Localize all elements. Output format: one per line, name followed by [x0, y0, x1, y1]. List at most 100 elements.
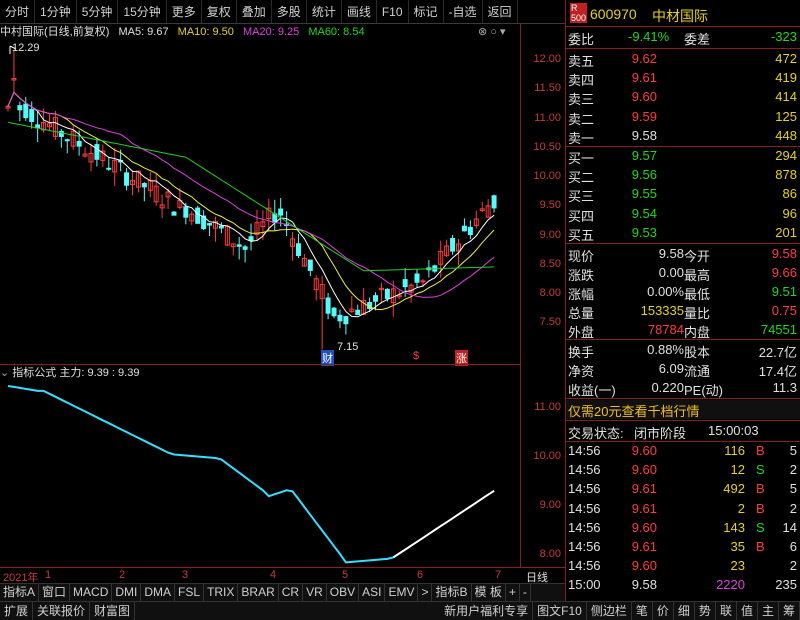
indicator-formula-label[interactable]: 指标公式: [12, 367, 56, 379]
tab-asi[interactable]: ASI: [359, 584, 386, 601]
indicator-header: ⌄ 指标公式 主力: 9.39 : 9.39: [0, 364, 520, 380]
order-level-label: 买四: [568, 208, 595, 224]
fin-value: 11.3: [772, 380, 797, 395]
tab-f10-graphic[interactable]: 图文F10: [533, 602, 587, 620]
tab-indicator-b[interactable]: 指标B: [432, 584, 472, 601]
bottom-icon-shi[interactable]: 势: [695, 602, 716, 620]
tab-duogu[interactable]: 多股: [272, 0, 307, 23]
candle-body: [23, 103, 29, 119]
tab-dmi[interactable]: DMI: [112, 584, 142, 601]
tab-5min[interactable]: 5分钟: [77, 0, 119, 23]
tick-count: 235: [775, 577, 797, 593]
stock-name: 中材国际: [652, 8, 708, 24]
tab-vr[interactable]: VR: [303, 584, 327, 601]
tab-biaoji[interactable]: 标记: [409, 0, 444, 23]
candle-body: [325, 297, 331, 314]
ask-volume: 472: [775, 51, 797, 66]
stat-value: 78784: [647, 322, 684, 337]
tab-diejia[interactable]: 叠加: [237, 0, 272, 23]
y-tick: 11.00: [534, 112, 561, 124]
indicator-chart[interactable]: [0, 380, 520, 567]
bottom-icon-zhu[interactable]: 主: [758, 602, 779, 620]
tab-window[interactable]: 窗口: [39, 584, 71, 601]
candle-body: [248, 236, 254, 242]
dividend-marker[interactable]: $: [413, 350, 419, 362]
tick-row: 14:56 9.60 143 S 14: [566, 519, 800, 538]
stat-row: 涨幅 0.00% 最低 9.51: [566, 283, 800, 302]
promo-row[interactable]: 仅需20元查看千档行情: [566, 400, 800, 419]
bid-price: 9.54: [631, 205, 657, 221]
order-level-label: 买一: [568, 151, 595, 166]
bottom-icon-zhi[interactable]: 值: [737, 602, 758, 620]
fin-label: 流通: [684, 364, 711, 379]
tab-back[interactable]: 返回: [483, 0, 518, 23]
tab-obv[interactable]: OBV: [327, 584, 360, 601]
bottom-icon-jia[interactable]: 价: [653, 602, 674, 620]
tick-volume: 2220: [716, 577, 745, 593]
fin-label: 股本: [684, 345, 711, 360]
stat-value: 0.75: [771, 303, 797, 318]
tab-brar[interactable]: BRAR: [238, 584, 279, 601]
promo-text[interactable]: 仅需20元查看千档行情: [568, 401, 699, 420]
window-controls[interactable]: ⊗ ○ ▾: [478, 25, 518, 39]
trade-status: 闭市阶段: [634, 426, 687, 441]
ma-legend: 中村国际(日线,前复权) MA5: 9.67 MA10: 9.50 MA20: …: [0, 24, 520, 40]
y-tick: 8.00: [539, 287, 561, 299]
tab-related-quote[interactable]: 关联报价: [33, 602, 91, 620]
tab-cr[interactable]: CR: [279, 584, 304, 601]
tick-price: 9.61: [631, 481, 657, 497]
tab-dma[interactable]: DMA: [141, 584, 176, 601]
tab-f10[interactable]: F10: [377, 0, 409, 23]
tab-plus[interactable]: +: [506, 584, 520, 601]
bottom-icon-xi[interactable]: 细: [674, 602, 695, 620]
kline-chart[interactable]: [0, 40, 520, 364]
tab-tongji[interactable]: 统计: [307, 0, 342, 23]
tab-trix[interactable]: TRIX: [204, 584, 239, 601]
tab-fsl[interactable]: FSL: [175, 584, 205, 601]
y-tick: 9.50: [539, 199, 561, 211]
fin-row: 收益(一) 0.220 PE(动) 11.3: [566, 379, 800, 398]
tab-15min[interactable]: 15分钟: [118, 0, 167, 23]
tab-more[interactable]: 更多: [167, 0, 202, 23]
tab-huaxian[interactable]: 画线: [342, 0, 377, 23]
tab-sidebar[interactable]: 侧边栏: [587, 602, 632, 620]
stat-value: 9.58: [658, 246, 684, 261]
high-price-label: 12.29: [12, 42, 40, 54]
tab-1min[interactable]: 1分钟: [35, 0, 77, 23]
tick-direction: S: [756, 462, 765, 478]
tick-count: 2: [789, 558, 797, 574]
ask-volume: 419: [775, 70, 797, 86]
tab-new-user-promo[interactable]: 新用户福利专享: [440, 602, 534, 620]
tab-minus[interactable]: -: [520, 584, 531, 601]
tab-template[interactable]: 模 板: [472, 584, 506, 601]
ma5-line: [7, 91, 495, 318]
stat-label: 现价: [568, 249, 595, 264]
bottom-icon-bi[interactable]: 笔: [632, 602, 653, 620]
y-tick: 10.50: [533, 141, 561, 153]
tick-time: 14:56: [568, 500, 601, 516]
bid-row: 买二 9.56 878: [566, 166, 800, 185]
bid-row: 买一 9.57 294: [566, 147, 800, 166]
stat-value: 153335: [640, 303, 684, 318]
bottom-icon-lian[interactable]: 联: [716, 602, 737, 620]
tab-expand[interactable]: 扩展: [0, 602, 34, 620]
chevron-down-icon[interactable]: ⌄: [0, 367, 9, 379]
tab-next-arrow[interactable]: >: [418, 584, 433, 601]
tab-indicator-a[interactable]: 指标A: [0, 584, 40, 601]
stat-value: 9.51: [771, 284, 797, 299]
tick-price: 9.60: [631, 519, 657, 535]
weibi-row: 委比 -9.41% 委差 -323: [568, 29, 797, 47]
candle-body: [64, 139, 70, 142]
tab-fuquan[interactable]: 复权: [202, 0, 237, 23]
tab-wealth-chart[interactable]: 财富图: [90, 602, 136, 620]
tab-zixuan[interactable]: -自选: [444, 0, 483, 23]
tab-emv[interactable]: EMV: [385, 584, 419, 601]
x-label-month: 2: [119, 569, 126, 581]
main-force-value: 主力: 9.39 : 9.39: [59, 367, 140, 379]
stat-value: 74551: [760, 322, 797, 337]
tab-macd[interactable]: MACD: [70, 584, 113, 601]
weibi-value: -9.41%: [628, 29, 670, 44]
bottom-icon-chou[interactable]: 筹: [779, 602, 800, 620]
tick-volume: 116: [724, 443, 745, 458]
tab-fenshi[interactable]: 分时: [0, 0, 36, 23]
